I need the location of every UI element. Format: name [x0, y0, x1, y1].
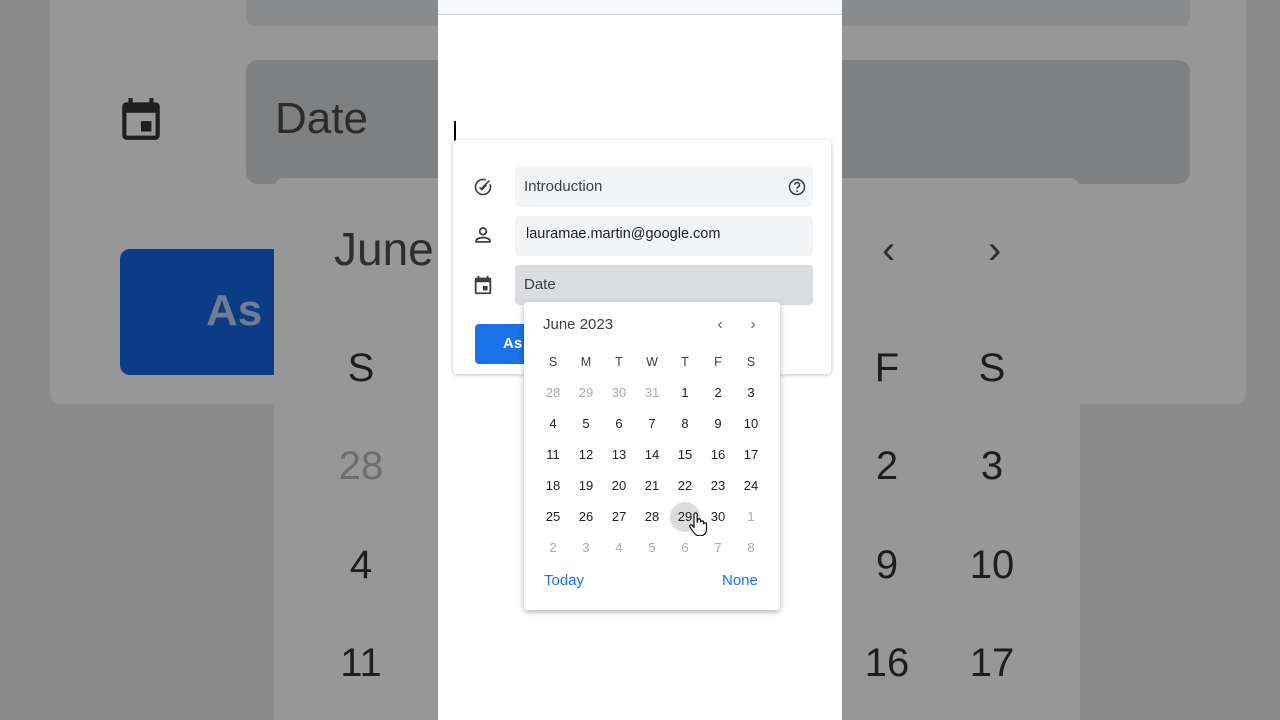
date-picker-popup: June 2023 ‹ › SMTWTFS 28 29 30 31 1 2 3 4 5 6 7 8 9 1… [524, 302, 780, 610]
bg-month-label: June [334, 223, 434, 275]
day-cell[interactable]: 8 [736, 533, 766, 563]
weekday-label: M [580, 355, 592, 369]
day-cell[interactable]: 21 [637, 471, 667, 501]
weekday-label: S [746, 355, 756, 369]
day-cell[interactable]: 2 [538, 533, 568, 563]
bg-day: 10 [969, 543, 1015, 587]
picker-month-label: June 2023 [543, 316, 614, 333]
day-cell[interactable]: 3 [571, 533, 601, 563]
bg-day: 4 [349, 543, 373, 587]
bg-chevron-right-icon: › [988, 228, 1002, 272]
day-cell[interactable]: 10 [736, 409, 766, 439]
phone-screen: Introduction lauramae.martin@google.com … [438, 0, 842, 720]
day-cell[interactable]: 4 [604, 533, 634, 563]
day-cell[interactable]: 29 [571, 378, 601, 408]
bg-date-label: Date [275, 94, 368, 143]
day-cell[interactable]: 17 [736, 440, 766, 470]
day-cell[interactable]: 11 [538, 440, 568, 470]
bg-chevron-left-icon: ‹ [882, 228, 896, 272]
bg-day: 28 [338, 444, 384, 488]
day-cell[interactable]: 23 [703, 471, 733, 501]
day-cell[interactable]: 18 [538, 471, 568, 501]
day-cell[interactable]: 6 [670, 533, 700, 563]
weekday-label: T [681, 355, 689, 369]
bg-assign-label: As [206, 286, 263, 335]
task-title-value: Introduction [524, 178, 603, 195]
assign-button-label: As [503, 335, 523, 352]
day-cell[interactable]: 27 [604, 502, 634, 532]
day-cell[interactable]: 1 [736, 502, 766, 532]
bg-calendar-icon [122, 98, 160, 140]
day-cell[interactable]: 28 [637, 502, 667, 532]
day-cell[interactable]: 5 [637, 533, 667, 563]
day-cell[interactable]: 9 [703, 409, 733, 439]
bg-day: 17 [969, 641, 1015, 685]
help-icon[interactable] [787, 177, 807, 197]
bg-day: 9 [875, 543, 899, 587]
day-cell[interactable]: 6 [604, 409, 634, 439]
day-cell[interactable]: 12 [571, 440, 601, 470]
text-caret [454, 121, 456, 141]
calendar-icon [474, 275, 492, 295]
weekday-label: S [548, 355, 558, 369]
bg-weekday: F [874, 346, 900, 390]
bg-day: 3 [980, 444, 1004, 488]
chevron-right-icon[interactable]: › [742, 314, 764, 336]
weekday-label: F [714, 355, 722, 369]
bg-day: 2 [875, 444, 899, 488]
day-cell[interactable]: 24 [736, 471, 766, 501]
day-cell[interactable]: 15 [670, 440, 700, 470]
weekday-label: W [646, 355, 658, 369]
date-placeholder: Date [524, 276, 556, 293]
today-button[interactable]: Today [544, 572, 584, 589]
none-button[interactable]: None [722, 572, 758, 589]
day-cell[interactable]: 14 [637, 440, 667, 470]
day-cell[interactable]: 1 [670, 378, 700, 408]
chevron-left-icon[interactable]: ‹ [709, 314, 731, 336]
weekday-label: T [615, 355, 623, 369]
day-cell[interactable]: 16 [703, 440, 733, 470]
day-cell[interactable]: 19 [571, 471, 601, 501]
day-cell[interactable]: 8 [670, 409, 700, 439]
task-title-input[interactable]: Introduction [515, 167, 813, 207]
day-cell[interactable]: 7 [703, 533, 733, 563]
day-cell[interactable]: 28 [538, 378, 568, 408]
hand-cursor-icon [689, 512, 708, 536]
bg-weekday: S [978, 346, 1006, 390]
day-cell[interactable]: 25 [538, 502, 568, 532]
day-cell[interactable]: 22 [670, 471, 700, 501]
bg-day: 11 [340, 641, 382, 685]
bg-day: 16 [864, 641, 910, 685]
check-circle-icon [474, 178, 492, 196]
day-cell[interactable]: 7 [637, 409, 667, 439]
top-bar [438, 0, 842, 15]
day-cell[interactable]: 20 [604, 471, 634, 501]
day-cell[interactable]: 2 [703, 378, 733, 408]
day-cell[interactable]: 4 [538, 409, 568, 439]
assignee-input[interactable]: lauramae.martin@google.com [515, 216, 813, 256]
day-cell[interactable]: 30 [604, 378, 634, 408]
day-cell[interactable]: 5 [571, 409, 601, 439]
date-input[interactable]: Date [515, 265, 813, 305]
assignee-value: lauramae.martin@google.com [526, 226, 721, 242]
day-cell[interactable]: 31 [637, 378, 667, 408]
person-icon [475, 227, 491, 243]
day-cell[interactable]: 26 [571, 502, 601, 532]
day-cell[interactable]: 3 [736, 378, 766, 408]
bg-weekday: S [347, 346, 375, 390]
day-cell[interactable]: 13 [604, 440, 634, 470]
